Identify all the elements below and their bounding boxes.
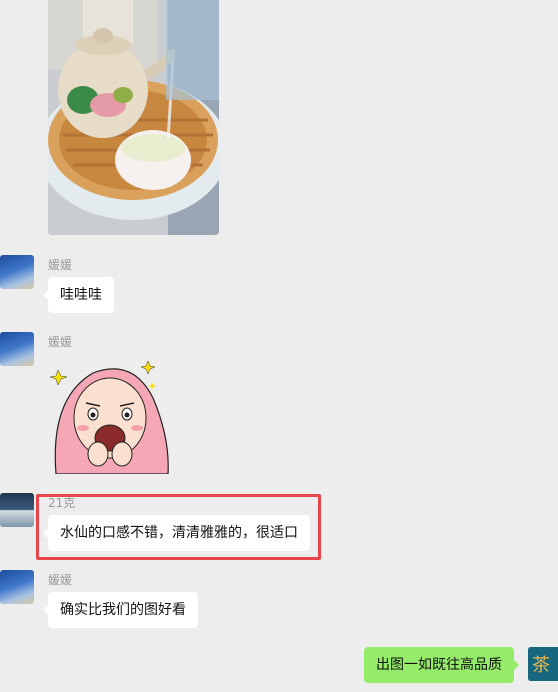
teapot-photo [48,0,219,235]
message-bubble[interactable]: 哇哇哇 [43,277,114,313]
avatar[interactable] [0,493,34,527]
my-avatar[interactable]: 茶 [528,647,558,681]
photo-message[interactable] [48,0,219,235]
highlight-box [36,494,321,560]
sender-name: 媛媛 [48,335,73,349]
sender-name: 媛媛 [48,573,73,587]
avatar[interactable] [0,332,34,366]
avatar[interactable] [0,255,34,289]
sticker-message[interactable] [48,358,172,475]
cartoon-girl-sticker [49,360,169,475]
message-bubble[interactable]: 确实比我们的图好看 [43,592,198,628]
svg-text:茶: 茶 [532,655,550,676]
sender-name: 媛媛 [48,258,73,272]
outgoing-message-bubble[interactable]: 出图一如既往高品质 [364,647,519,683]
tea-logo-icon: 茶 [528,647,558,681]
avatar[interactable] [0,570,34,604]
